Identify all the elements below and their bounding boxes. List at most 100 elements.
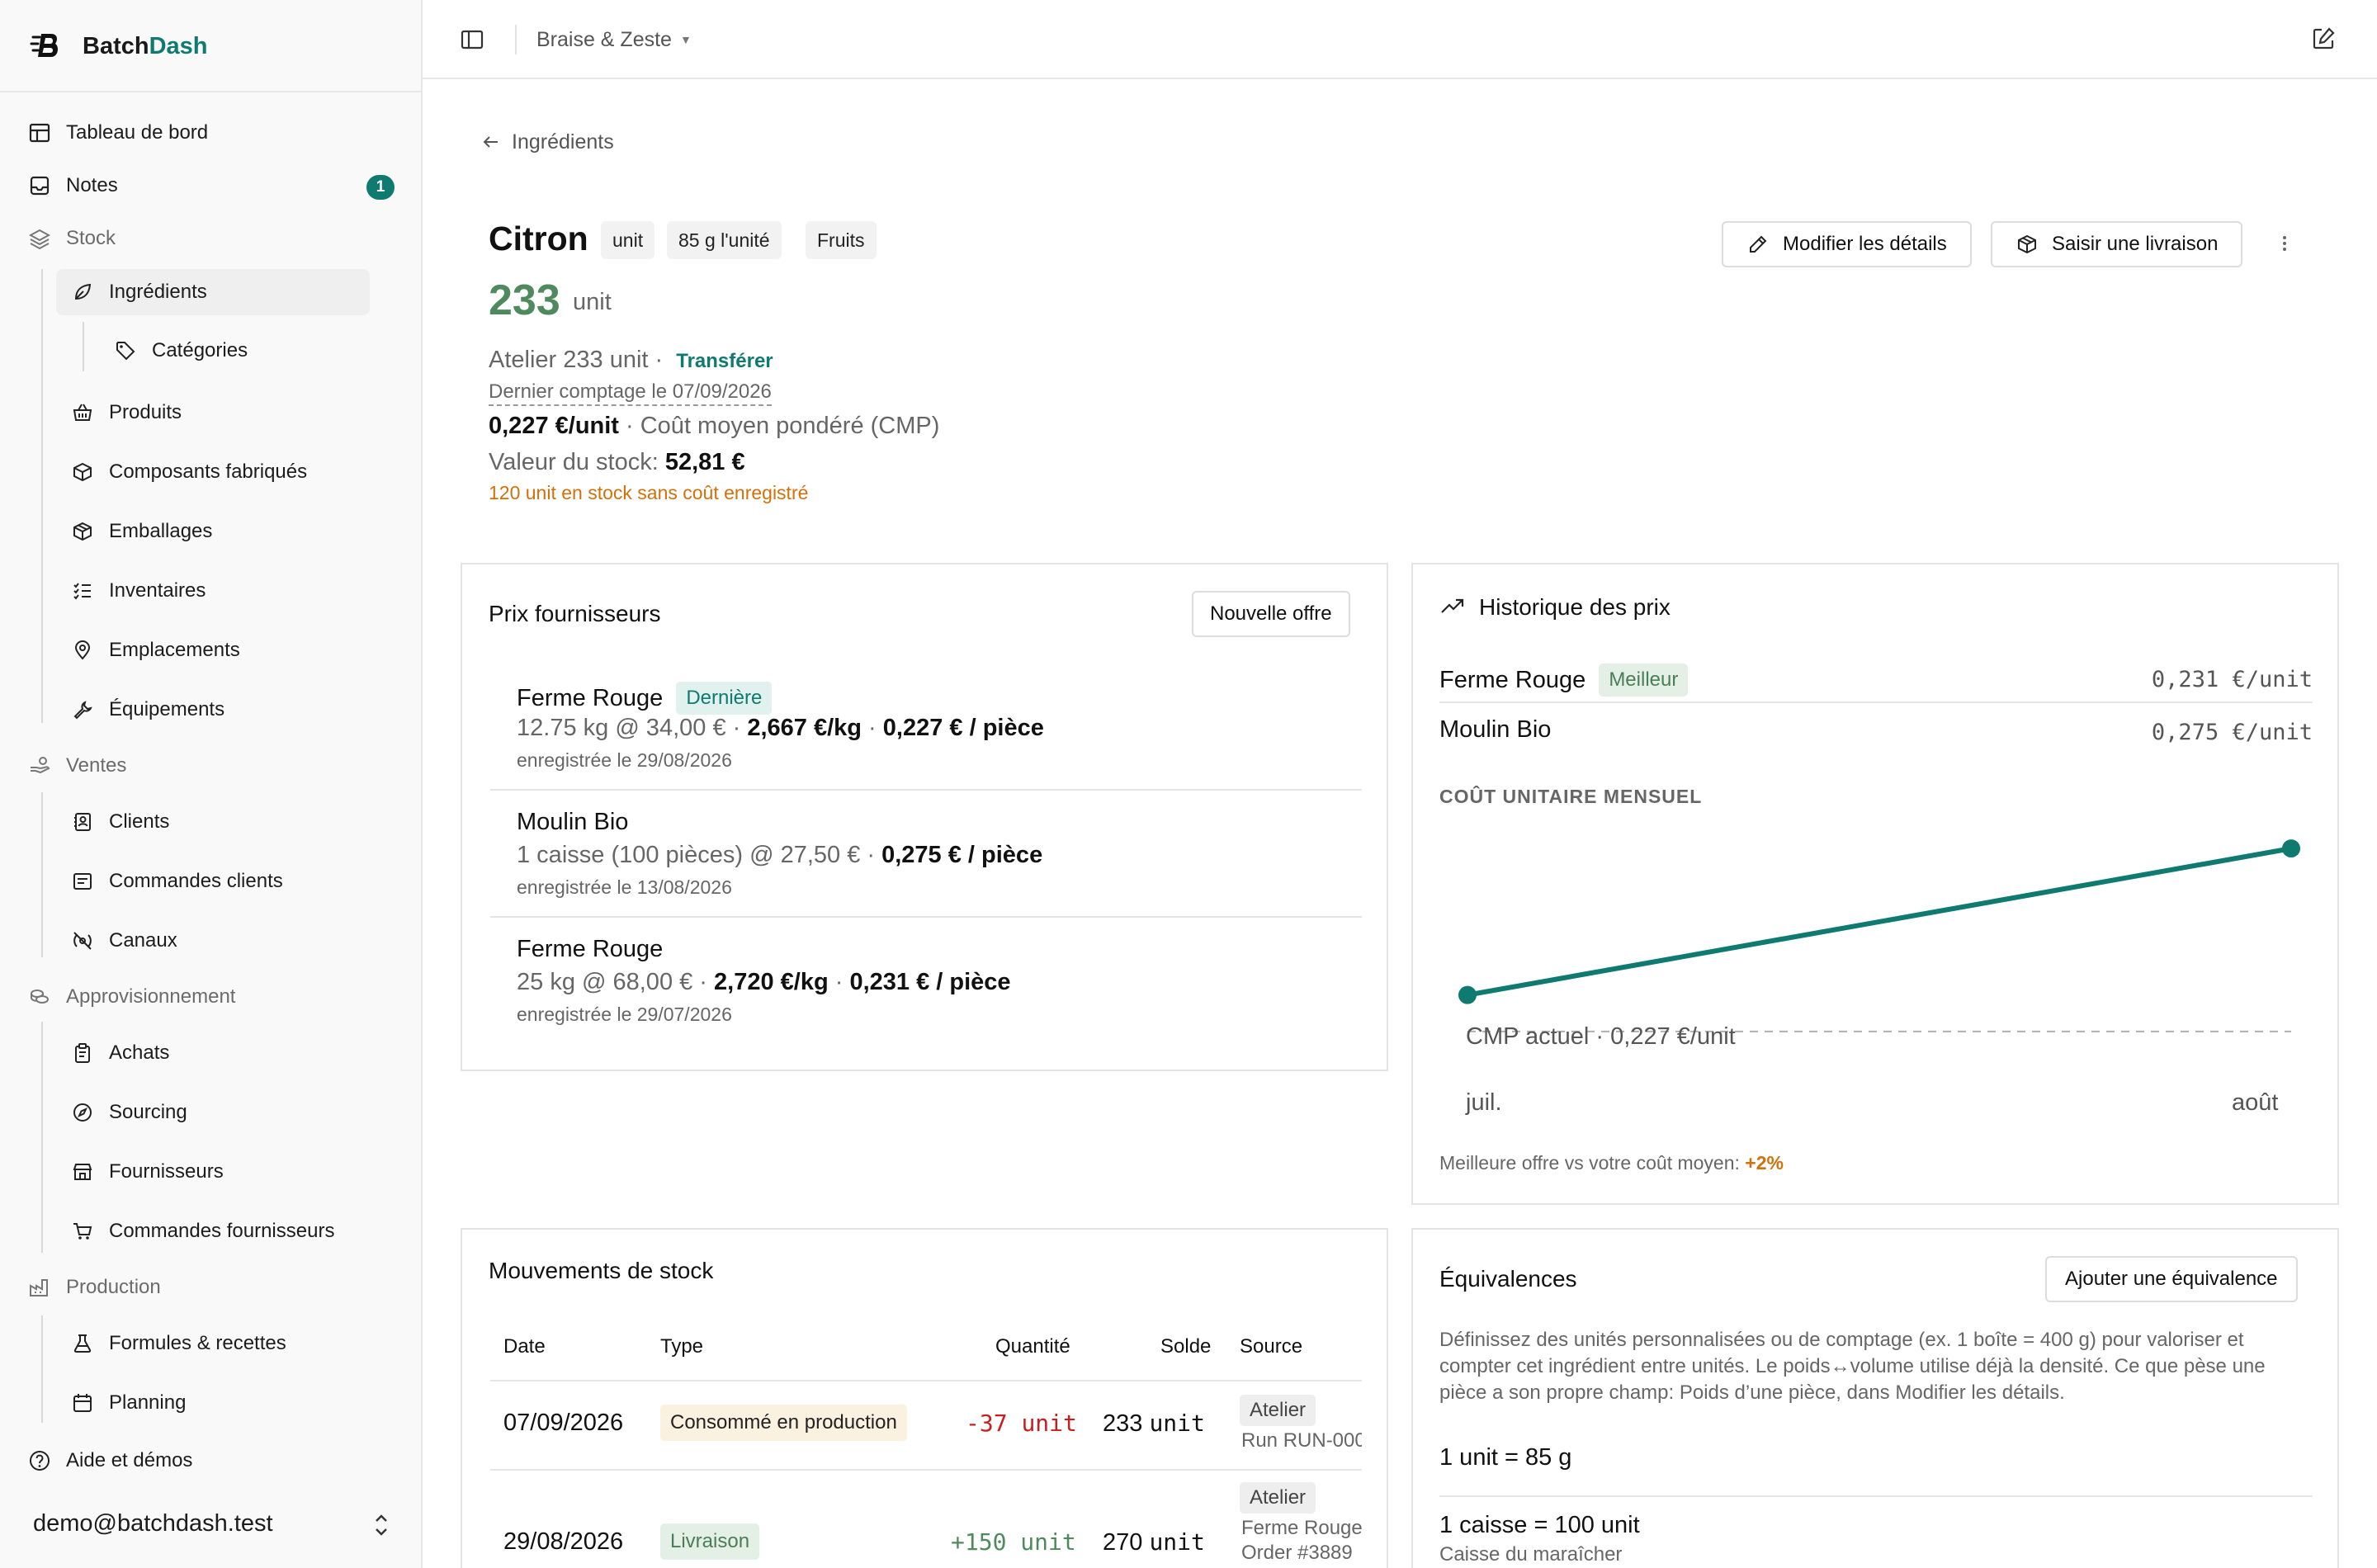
cmp-line: 0,227 €/unit · Coût moyen pondéré (CMP): [489, 413, 939, 440]
more-options-icon[interactable]: [2276, 231, 2293, 256]
sidebar-section-ventes[interactable]: Ventes: [26, 743, 126, 789]
sidebar-item-label: Clients: [109, 810, 170, 833]
clipboard-icon: [69, 1040, 96, 1066]
sidebar-section-production[interactable]: Production: [26, 1264, 161, 1311]
sidebar-item-equipements[interactable]: Équipements: [69, 687, 224, 733]
sidebar-item-categories[interactable]: Catégories: [112, 328, 248, 374]
weight-chip: 85 g l'unité: [667, 221, 782, 259]
sidebar-item-inventaires[interactable]: Inventaires: [69, 568, 206, 614]
uncosted-stock-warning: 120 unit en stock sans coût enregistré: [489, 482, 809, 503]
stock-unit: unit: [573, 289, 612, 315]
location-text: Atelier 233 unit ·: [489, 347, 664, 373]
equivalences-card: Équivalences Ajouter une équivalence Déf…: [1411, 1228, 2339, 1568]
history-row: Ferme Rouge Meilleur 0,231 €/unit: [1439, 652, 2313, 703]
sidebar-item-commandes-clients[interactable]: Commandes clients: [69, 858, 283, 904]
sidebar-toggle-icon[interactable]: [459, 26, 485, 53]
sidebar-item-composants-fabriques[interactable]: Composants fabriqués: [69, 449, 307, 495]
sidebar-item-canaux[interactable]: Canaux: [69, 918, 177, 964]
sidebar-item-ingredients[interactable]: Ingrédients: [56, 269, 370, 315]
sidebar-item-label: Commandes fournisseurs: [109, 1220, 335, 1242]
map-pin-icon: [69, 637, 96, 664]
offer-item[interactable]: Moulin Bio 1 caisse (100 pièces) @ 27,50…: [490, 809, 1362, 898]
stock-value-label: Valeur du stock:: [489, 449, 665, 475]
data-point[interactable]: [2282, 839, 2300, 858]
sidebar-section-approvisionnement[interactable]: Approvisionnement: [26, 974, 235, 1020]
record-delivery-label: Saisir une livraison: [2052, 233, 2219, 255]
column-header-balance[interactable]: Solde: [1160, 1335, 1211, 1358]
sidebar-item-formules-recettes[interactable]: Formules & recettes: [69, 1320, 286, 1367]
calendar-icon: [69, 1390, 96, 1416]
user-email[interactable]: demo@batchdash.test: [33, 1510, 273, 1537]
equivalence-item[interactable]: 1 caisse = 100 unit: [1439, 1512, 1640, 1539]
sidebar-item-label: Ingrédients: [109, 281, 207, 303]
cmp-reference-label: CMP actuel · 0,227 €/unit: [1466, 1023, 1736, 1050]
offer-date: enregistrée le 29/07/2026: [517, 1004, 732, 1025]
flask-icon: [69, 1330, 96, 1357]
sidebar-item-label: Inventaires: [109, 579, 206, 602]
last-count-date[interactable]: Dernier comptage le 07/09/2026: [489, 380, 772, 406]
sidebar-item-emplacements[interactable]: Emplacements: [69, 627, 240, 673]
sidebar-item-label: Emplacements: [109, 639, 240, 661]
offer-supplier: Ferme Rouge: [517, 936, 664, 962]
sidebar-item-commandes-fournisseurs[interactable]: Commandes fournisseurs: [69, 1208, 334, 1254]
sidebar-item-notes[interactable]: Notes: [26, 163, 118, 209]
new-offer-button[interactable]: Nouvelle offre: [1192, 591, 1350, 637]
sidebar-item-sourcing[interactable]: Sourcing: [69, 1089, 187, 1136]
help-icon: [26, 1448, 53, 1474]
transfer-link[interactable]: Transférer: [676, 350, 773, 372]
record-delivery-button[interactable]: Saisir une livraison: [1991, 221, 2243, 267]
source-supplier: Ferme Rouge: [1241, 1517, 1362, 1539]
offer-item[interactable]: Ferme Rouge 25 kg @ 68,00 € · 2,720 €/kg…: [490, 936, 1362, 1025]
cmp-value: 0,227 €/unit: [489, 413, 619, 439]
category-chip: Fruits: [806, 221, 877, 259]
movement-quantity: -37 unit: [966, 1410, 1077, 1437]
sidebar-item-aide-et-demos[interactable]: Aide et démos: [26, 1438, 192, 1484]
column-header-source[interactable]: Source: [1240, 1335, 1302, 1358]
brand[interactable]: BatchDash: [28, 28, 208, 64]
leaf-icon: [69, 279, 96, 305]
topbar-separator: [515, 25, 517, 54]
sidebar-item-planning[interactable]: Planning: [69, 1380, 186, 1426]
edit-details-button[interactable]: Modifier les détails: [1722, 221, 1972, 267]
pencil-icon: [1750, 235, 1767, 253]
cart-icon: [69, 1218, 96, 1244]
equivalences-title: Équivalences: [1439, 1266, 1577, 1292]
history-supplier: Ferme Rouge: [1439, 666, 1586, 693]
workspace-selector[interactable]: Braise & Zeste ▼: [536, 25, 692, 54]
chart-title: COÛT UNITAIRE MENSUEL: [1439, 786, 1703, 807]
data-point[interactable]: [1458, 985, 1477, 1004]
column-header-quantity[interactable]: Quantité: [995, 1335, 1070, 1358]
sidebar-item-label: Équipements: [109, 698, 225, 720]
equivalences-description: Définissez des unités personnalisées ou …: [1439, 1329, 2266, 1404]
equivalence-divider: [1439, 1495, 2313, 1497]
sidebar-item-clients[interactable]: Clients: [69, 799, 169, 845]
chevrons-up-down-icon[interactable]: [370, 1510, 393, 1540]
sidebar-item-emballages[interactable]: Emballages: [69, 508, 212, 555]
back-link[interactable]: Ingrédients: [480, 129, 614, 155]
sidebar-item-label: Sourcing: [109, 1101, 187, 1123]
sidebar-item-label: Approvisionnement: [66, 985, 236, 1008]
tag-icon: [112, 338, 139, 364]
stock-movements-card: Mouvements de stock Date Type Quantité S…: [461, 1228, 1388, 1568]
inbox-icon: [26, 172, 53, 199]
sidebar-item-label: Production: [66, 1276, 161, 1298]
column-header-type[interactable]: Type: [660, 1335, 703, 1358]
coins-icon: [26, 984, 53, 1010]
sidebar-item-produits[interactable]: Produits: [69, 390, 182, 436]
column-header-date[interactable]: Date: [503, 1335, 546, 1358]
edit-icon[interactable]: [2309, 25, 2337, 53]
offer-item[interactable]: Ferme Rouge Dernière 12.75 kg @ 34,00 € ·…: [490, 682, 1362, 771]
sidebar-item-tableau-de-bord[interactable]: Tableau de bord: [26, 110, 208, 156]
sidebar-item-label: Planning: [109, 1391, 187, 1414]
equivalence-item[interactable]: 1 unit = 85 g: [1439, 1444, 1571, 1471]
source-order[interactable]: Order #3889: [1241, 1542, 1362, 1565]
sidebar-item-label: Fournisseurs: [109, 1160, 224, 1183]
supplier-prices-title: Prix fournisseurs: [489, 601, 661, 626]
add-equivalence-button[interactable]: Ajouter une équivalence: [2045, 1256, 2298, 1302]
table-header-divider: [490, 1380, 1362, 1381]
page-title: Citron: [489, 220, 588, 257]
sidebar-item-fournisseurs[interactable]: Fournisseurs: [69, 1149, 224, 1195]
sidebar-item-achats[interactable]: Achats: [69, 1030, 169, 1076]
checklist-icon: [69, 578, 96, 604]
sidebar-section-stock[interactable]: Stock: [26, 215, 116, 262]
